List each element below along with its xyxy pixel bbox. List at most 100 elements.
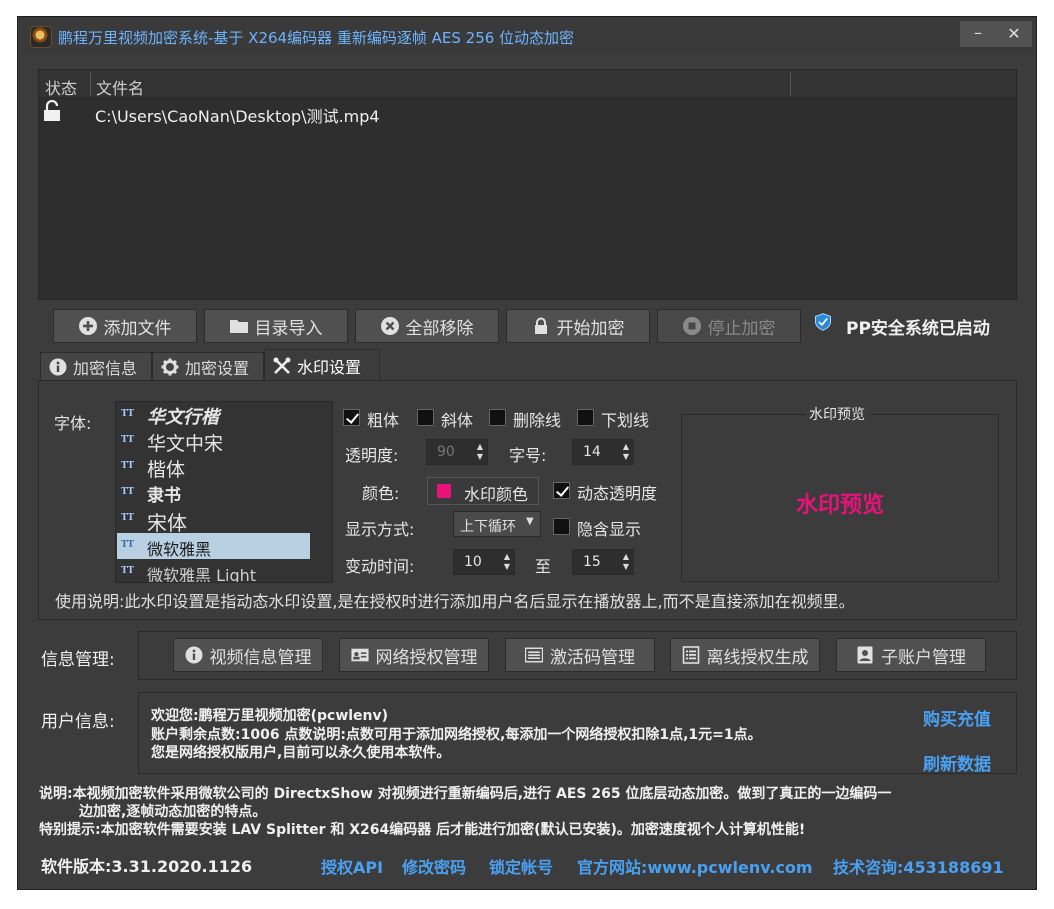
font-size-value: 14 — [583, 444, 601, 460]
font-listbox[interactable]: TT 华文行楷 TT 华文中宋 TT 楷体 TT 隶书 TT 宋体 TT 微软雅黑 TT 微软… — [115, 401, 333, 583]
watermark-preview-title: 水印预览 — [805, 404, 869, 424]
truetype-icon: TT — [121, 540, 135, 550]
font-list-item-selected[interactable]: TT 微软雅黑 — [117, 533, 310, 559]
list-icon — [525, 646, 543, 664]
user-points-text: 账户剩余点数:1006 点数说明:点数可用于添加网络授权,每添加一个网络授权扣除… — [151, 727, 762, 743]
video-info-management-label: 视频信息管理 — [209, 647, 312, 668]
display-mode-select[interactable]: 上下循环 ▼ — [453, 511, 541, 537]
column-header-status[interactable]: 状态 — [45, 75, 77, 99]
file-name-cell: C:\Users\CaoNan\Desktop\测试.mp4 — [95, 107, 380, 126]
change-time-from-value: 10 — [464, 554, 482, 570]
change-time-to-stepper[interactable]: 15 ▲ ▼ — [572, 549, 634, 575]
network-auth-management-button[interactable]: 网络授权管理 — [339, 638, 489, 672]
font-item-name: 隶书 — [147, 486, 181, 506]
sub-account-management-label: 子账户管理 — [881, 647, 966, 668]
app-logo-icon — [30, 26, 52, 48]
activation-code-management-label: 激活码管理 — [550, 647, 635, 668]
tab-encrypt-settings[interactable]: 加密设置 — [152, 352, 264, 381]
add-file-button[interactable]: 添加文件 — [53, 309, 197, 343]
buy-recharge-link[interactable]: 购买充值 — [923, 705, 991, 730]
font-list-item[interactable]: TT 微软雅黑 Light — [117, 559, 310, 583]
opacity-value: 90 — [437, 444, 455, 460]
stepper-arrows-icon[interactable]: ▲ ▼ — [504, 552, 510, 572]
unlock-icon — [43, 99, 61, 122]
import-directory-button[interactable]: 目录导入 — [204, 309, 348, 343]
column-header-filename[interactable]: 文件名 — [96, 75, 144, 99]
font-item-name: 微软雅黑 — [147, 540, 212, 559]
dynamic-opacity-checkbox[interactable] — [553, 482, 570, 499]
close-button[interactable]: ✕ — [996, 21, 1032, 47]
stepper-arrows-icon[interactable]: ▲ ▼ — [477, 442, 483, 462]
user-info-label: 用户信息: — [41, 712, 115, 732]
tech-support-link[interactable]: 技术咨询:453188691 — [833, 854, 1004, 878]
title-bar: 鹏程万里视频加密系统-基于 X264编码器 重新编码逐帧 AES 256 位动态… — [18, 17, 1036, 55]
font-item-name: 微软雅黑 Light — [147, 566, 257, 583]
change-time-label: 变动时间: — [345, 557, 415, 576]
lock-account-link[interactable]: 锁定帐号 — [489, 854, 553, 878]
font-item-name: 华文中宋 — [147, 433, 224, 455]
video-info-management-button[interactable]: 视频信息管理 — [173, 638, 323, 672]
underline-checkbox[interactable] — [577, 409, 594, 426]
display-mode-label: 显示方式: — [345, 520, 415, 539]
font-item-name: 华文行楷 — [147, 407, 219, 428]
tab-watermark-settings-label: 水印设置 — [297, 358, 362, 377]
font-size-stepper[interactable]: 14 ▲ ▼ — [572, 439, 634, 465]
tab-watermark-settings[interactable]: 水印设置 — [264, 349, 380, 382]
user-license-text: 您是网络授权版用户,目前可以永久使用本软件。 — [151, 745, 451, 761]
font-list-item[interactable]: TT 楷体 — [117, 454, 310, 481]
x-circle-icon — [380, 317, 399, 335]
offline-auth-generate-label: 离线授权生成 — [706, 647, 809, 668]
font-list-item[interactable]: TT 隶书 — [117, 480, 310, 506]
stop-encrypt-button[interactable]: 停止加密 — [657, 309, 801, 343]
change-time-from-stepper[interactable]: 10 ▲ ▼ — [453, 549, 515, 575]
file-row[interactable]: C:\Users\CaoNan\Desktop\测试.mp4 — [39, 98, 1016, 126]
italic-label: 斜体 — [441, 411, 474, 430]
software-description-line2: 边加密,逐帧动态加密的特点。 — [79, 804, 267, 820]
auth-api-link[interactable]: 授权API — [321, 854, 383, 878]
security-status-text: PP安全系统已启动 — [846, 318, 990, 339]
watermark-usage-note: 使用说明:此水印设置是指动态水印设置,是在授权时进行添加用户名后显示在播放器上,… — [55, 592, 855, 611]
sub-account-management-button[interactable]: 子账户管理 — [836, 638, 986, 672]
stepper-arrows-icon[interactable]: ▲ ▼ — [623, 442, 629, 462]
offline-auth-generate-button[interactable]: 离线授权生成 — [670, 638, 820, 672]
dynamic-opacity-label: 动态透明度 — [577, 484, 658, 503]
font-list-item[interactable]: TT 华文行楷 — [117, 402, 310, 428]
file-list[interactable]: 状态 文件名 C:\Users\CaoNan\Desktop\测试.mp4 — [38, 69, 1017, 300]
bold-checkbox[interactable] — [343, 409, 360, 426]
folder-icon — [229, 317, 248, 335]
app-window: 鹏程万里视频加密系统-基于 X264编码器 重新编码逐帧 AES 256 位动态… — [17, 16, 1037, 890]
change-password-link[interactable]: 修改密码 — [402, 854, 466, 878]
opacity-stepper[interactable]: 90 ▲ ▼ — [426, 439, 488, 465]
color-label: 颜色: — [362, 484, 400, 503]
official-website-link[interactable]: 官方网站:www.pcwlenv.com — [577, 854, 813, 878]
strikethrough-label: 删除线 — [513, 411, 562, 430]
start-encrypt-button[interactable]: 开始加密 — [506, 309, 650, 343]
activation-code-management-button[interactable]: 激活码管理 — [505, 638, 655, 672]
chevron-down-icon: ▼ — [526, 516, 534, 527]
shield-check-icon — [814, 313, 838, 339]
hidden-display-checkbox[interactable] — [553, 518, 570, 535]
font-list-item[interactable]: TT 华文中宋 — [117, 428, 310, 455]
refresh-data-link[interactable]: 刷新数据 — [923, 750, 991, 775]
minimize-button[interactable]: – — [960, 21, 996, 47]
remove-all-button[interactable]: 全部移除 — [355, 309, 499, 343]
tab-encrypt-info[interactable]: 加密信息 — [40, 352, 152, 381]
start-encrypt-label: 开始加密 — [556, 318, 625, 339]
display-mode-value: 上下循环 — [460, 519, 516, 535]
stepper-arrows-icon[interactable]: ▲ ▼ — [623, 552, 629, 572]
watermark-tools-icon — [273, 357, 291, 375]
watermark-color-button[interactable]: 水印颜色 — [427, 477, 539, 505]
info-circle-icon — [49, 358, 67, 376]
truetype-icon: TT — [121, 513, 135, 523]
strikethrough-checkbox[interactable] — [489, 409, 506, 426]
stop-encrypt-label: 停止加密 — [707, 318, 776, 339]
truetype-icon: TT — [121, 566, 135, 576]
italic-checkbox[interactable] — [417, 409, 434, 426]
change-time-to-label: 至 — [535, 557, 552, 576]
software-description-line1: 说明:本视频加密软件采用微软公司的 DirectxShow 对视频进行重新编码后… — [39, 786, 892, 802]
font-list-item[interactable]: TT 宋体 — [117, 506, 310, 535]
add-file-label: 添加文件 — [103, 318, 172, 339]
opacity-label: 透明度: — [345, 446, 399, 465]
truetype-icon: TT — [121, 487, 135, 497]
truetype-icon: TT — [121, 461, 135, 471]
